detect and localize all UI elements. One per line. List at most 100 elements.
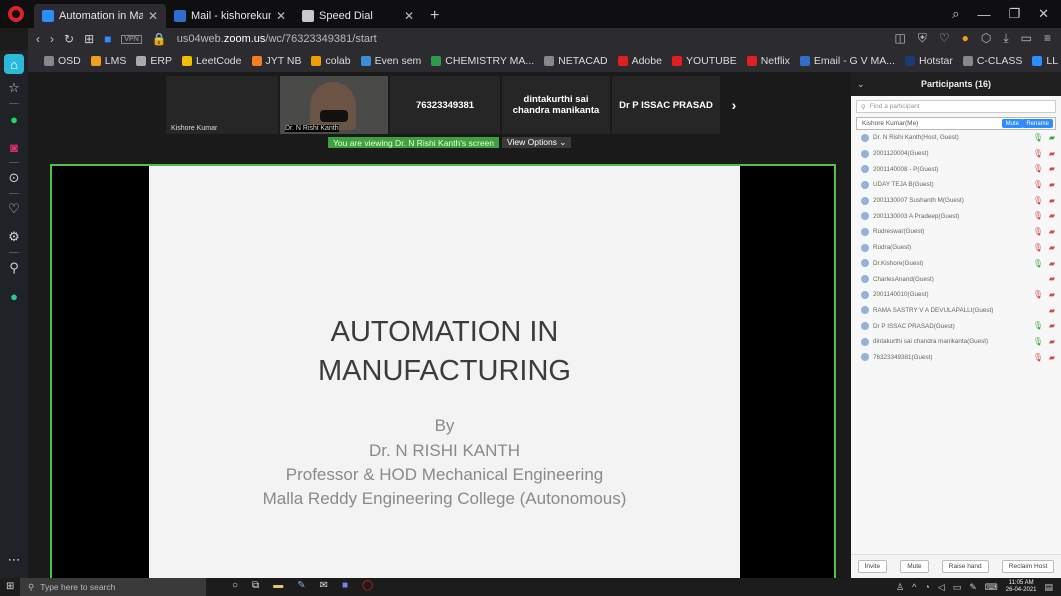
battery-icon[interactable]: ▭ <box>1021 31 1032 46</box>
file-explorer-icon[interactable]: ▬ <box>273 580 283 591</box>
people-icon[interactable]: ♙ <box>896 582 904 593</box>
participant-row[interactable]: 2001120004(Guest) 🎙 ▰ <box>851 146 1061 162</box>
camera-icon[interactable]: ■ <box>104 32 111 46</box>
back-icon[interactable]: ‹ <box>36 32 40 46</box>
view-options-button[interactable]: View Options ⌄ <box>502 137 572 148</box>
participant-row-me[interactable]: Kishore Kumar(Me) Mute Rename <box>856 117 1056 130</box>
collapse-chevron-icon[interactable]: ⌄ <box>857 79 865 90</box>
battery-tray-icon[interactable]: ▭ <box>953 582 962 593</box>
bookmark-item[interactable]: JYT NB <box>251 55 301 67</box>
bookmark-item[interactable]: LeetCode <box>181 55 242 67</box>
bookmark-item[interactable]: CHEMISTRY MA... <box>431 55 534 67</box>
participant-row[interactable]: Dr.Kishore(Guest) 🎙 ▰ <box>851 256 1061 272</box>
close-tab-icon[interactable]: ✕ <box>404 9 414 23</box>
location-pin-icon[interactable]: ⚲ <box>0 254 28 282</box>
close-tab-icon[interactable]: ✕ <box>148 9 158 23</box>
minimize-icon[interactable]: — <box>977 7 990 22</box>
tab-zoom-meeting[interactable]: Automation in Manufac ✕ <box>34 4 166 28</box>
bookmark-item[interactable]: OSD <box>44 55 81 67</box>
close-tab-icon[interactable]: ✕ <box>276 9 286 23</box>
speed-dial-grid-icon[interactable]: ⊞ <box>84 32 94 46</box>
reload-icon[interactable]: ↻ <box>64 32 74 46</box>
keyboard-icon[interactable]: ⌨ <box>985 582 998 593</box>
download-icon[interactable]: ⤓ <box>1003 31 1008 46</box>
tab-mail[interactable]: Mail - kishorekumarda ✕ <box>166 4 294 28</box>
home-icon[interactable]: ⌂ <box>4 54 24 74</box>
participant-row[interactable]: Dr P ISSAC PRASAD(Guest) 🎙 ▰ <box>851 318 1061 334</box>
new-tab-button[interactable]: + <box>422 4 447 28</box>
bookmark-item[interactable]: NETACAD <box>544 55 608 67</box>
task-view-icon[interactable]: ⧉ <box>252 580 259 591</box>
whatsapp-icon[interactable]: ● <box>0 105 28 133</box>
bookmark-item[interactable]: YOUTUBE <box>671 55 737 67</box>
heart-icon[interactable]: ♡ <box>0 195 28 223</box>
video-thumbnail[interactable]: 76323349381 <box>390 76 500 134</box>
tray-chevron-icon[interactable]: ^ <box>912 582 916 592</box>
snapshot-icon[interactable]: ◫ <box>894 31 905 46</box>
settings-gear-icon[interactable]: ⚙ <box>0 223 28 251</box>
bookmark-item[interactable]: Email - G V MA... <box>799 55 895 67</box>
rename-button[interactable]: Rename <box>1022 119 1053 128</box>
next-thumbnails-button[interactable]: › <box>722 76 746 134</box>
tab-speed-dial[interactable]: Speed Dial ✕ <box>294 4 422 28</box>
volume-icon[interactable]: ◁ <box>938 582 945 593</box>
participant-row[interactable]: 2001130007 Sushanth M(Guest) 🎙 ▰ <box>851 193 1061 209</box>
video-thumbnail[interactable]: Dr P ISSAC PRASAD <box>612 76 720 134</box>
video-thumbnail[interactable]: Kishore Kumar <box>166 76 278 134</box>
participant-row[interactable]: Rudra(Guest) 🎙 ▰ <box>851 240 1061 256</box>
participant-row[interactable]: UDAY TEJA B(Guest) 🎙 ▰ <box>851 177 1061 193</box>
aria-icon[interactable]: ● <box>0 282 28 310</box>
player-icon[interactable]: ⊙ <box>0 164 28 192</box>
video-thumbnail-presenter[interactable]: Dr. N Rishi Kanth <box>280 76 388 134</box>
cortana-icon[interactable]: ○ <box>232 580 238 591</box>
heart-icon[interactable]: ♡ <box>939 31 950 46</box>
opera-logo-icon[interactable] <box>8 6 24 22</box>
network-icon[interactable]: ◔ <box>924 582 929 592</box>
bookmark-item[interactable]: LMS <box>90 55 126 67</box>
participant-row[interactable]: CharlesAnand(Guest) ▰ <box>851 271 1061 287</box>
bookmark-item[interactable]: Hotstar <box>905 55 953 67</box>
speed-dial-icon[interactable]: ☆ <box>0 74 28 102</box>
participant-row[interactable]: Dr. N Rishi Kanth(Host, Guest) 🎙 ▰ <box>851 130 1061 146</box>
instagram-icon[interactable]: ◙ <box>0 133 28 161</box>
mute-all-button[interactable]: Mute <box>900 560 929 573</box>
close-window-icon[interactable]: ✕ <box>1038 6 1049 22</box>
participant-row[interactable]: dintakurthi sai chandra manikanta(Guest)… <box>851 334 1061 350</box>
taskbar-clock[interactable]: 11:05 AM 26-04-2021 <box>1006 580 1037 594</box>
windows-start-icon[interactable]: ⊞ <box>6 581 14 592</box>
video-thumbnail[interactable]: dintakurthi sai chandra manikanta <box>502 76 610 134</box>
bookmark-item[interactable]: Even sem <box>360 55 421 67</box>
more-icon[interactable]: ⋯ <box>0 546 28 574</box>
pen-app-icon[interactable]: ✎ <box>297 580 305 591</box>
mute-button[interactable]: Mute <box>1001 119 1023 128</box>
participant-row[interactable]: 2001140010(Guest) 🎙 ▰ <box>851 287 1061 303</box>
extension-icon[interactable]: ● <box>962 31 969 46</box>
vpn-badge[interactable]: VPN <box>121 34 142 44</box>
shield-icon[interactable]: ⛨ <box>918 31 927 46</box>
bookmark-item[interactable]: LL <box>1032 55 1058 67</box>
bookmark-item[interactable]: Netflix <box>746 55 790 67</box>
bookmark-item[interactable]: ERP <box>136 55 172 67</box>
bookmark-item[interactable]: Adobe <box>617 55 662 67</box>
opera-taskbar-icon[interactable]: ◯ <box>362 580 373 591</box>
participant-row[interactable]: 2001130003 A Pradeep(Guest) 🎙 ▰ <box>851 208 1061 224</box>
bookmark-item[interactable]: C-CLASS <box>962 55 1022 67</box>
taskbar-search-input[interactable]: ⚲ Type here to search <box>20 578 206 596</box>
restore-icon[interactable]: ❐ <box>1008 6 1020 22</box>
mail-app-icon[interactable]: ✉ <box>320 580 328 591</box>
menu-icon[interactable]: ≡ <box>1044 31 1051 46</box>
reclaim-host-button[interactable]: Reclaim Host <box>1001 560 1055 573</box>
notifications-icon[interactable]: ▤ <box>1044 582 1053 593</box>
forward-icon[interactable]: › <box>50 32 54 46</box>
participant-search-input[interactable]: ⚲ Find a participant <box>856 100 1056 113</box>
invite-button[interactable]: Invite <box>857 560 888 573</box>
raise-hand-button[interactable]: Raise hand <box>941 560 989 573</box>
participant-row[interactable]: Rudreswar(Guest) 🎙 ▰ <box>851 224 1061 240</box>
pen-tray-icon[interactable]: ✎ <box>969 582 977 593</box>
url-field[interactable]: us04web.zoom.us/wc/76323349381/start <box>177 33 377 45</box>
search-tabs-icon[interactable]: ⌕ <box>952 6 959 22</box>
participant-row[interactable]: 2001140008 - P(Guest) 🎙 ▰ <box>851 161 1061 177</box>
participant-row[interactable]: 76323349381(Guest) 🎙 ▰ <box>851 350 1061 366</box>
bookmark-item[interactable]: colab <box>311 55 351 67</box>
cube-icon[interactable]: ⬡ <box>981 31 991 46</box>
